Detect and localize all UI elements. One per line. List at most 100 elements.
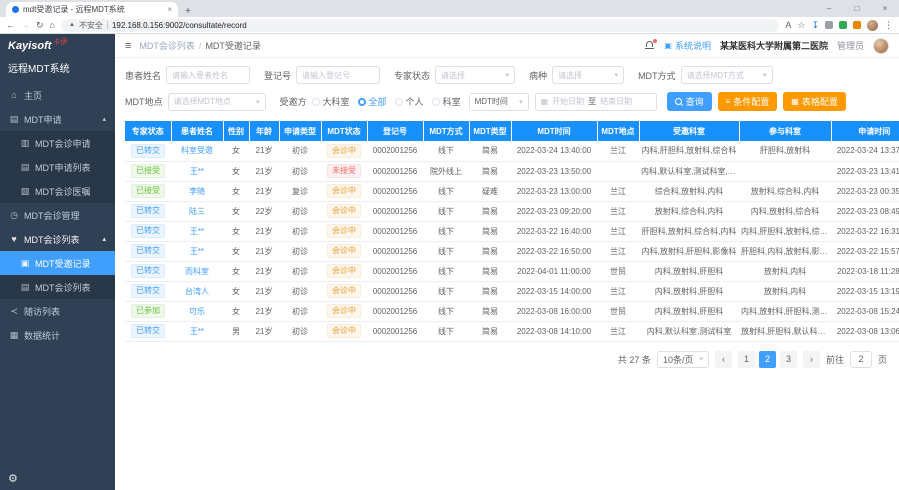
patient-name-link[interactable]: 王** [190,247,204,256]
gender-cell: 女 [223,241,249,261]
page-button-3[interactable]: 3 [780,351,797,368]
browser-tab[interactable]: mdt受邀记录 - 远程MDT系统 × [6,2,178,17]
expert-status-label: 专家状态 [394,69,430,82]
patient-name-link[interactable]: 王** [190,227,204,236]
next-page-button[interactable]: › [803,351,820,368]
refresh-icon[interactable]: ↻ [36,20,44,31]
mdt-status-cell: 未接受 [321,161,367,181]
sidebar-item-label: MDT会诊列表 [35,281,91,294]
apply-time-cell: 2022-03-08 15:24:58 [831,301,899,321]
mdt-way-select[interactable]: 请选择MDT方式 ▾ [681,66,773,84]
user-avatar[interactable] [873,38,889,54]
gender-cell: 女 [223,201,249,221]
sidebar-item-statistics[interactable]: ▦ 数据统计 [0,323,115,347]
sidebar-item-mdt-orders[interactable]: ▨ MDT会诊医嘱 [0,179,115,203]
patient-name-cell: 科室受邀 [171,141,223,161]
address-bar[interactable]: ▲ 不安全 192.168.0.156:9002/consultate/reco… [61,19,779,32]
expert-status-select[interactable]: 请选择 ▾ [435,66,515,84]
mdt-place-cell: 兰江 [597,321,639,341]
sidebar-group-mdt-consult-list[interactable]: ♥ MDT会诊列表 ▴ [0,227,115,251]
radio-big-dept[interactable]: 大科室 [312,95,350,108]
window-close-button[interactable]: × [871,0,899,17]
notification-bell-icon[interactable] [645,41,655,51]
sidebar-item-mdt-consult-apply[interactable]: ▥ MDT会诊申请 [0,131,115,155]
mdt-way-cell: 线下 [423,221,469,241]
patient-name-link[interactable]: 李随 [189,187,205,196]
settings-gear-icon[interactable]: ⚙ [8,472,18,485]
extension-icon[interactable] [839,21,847,29]
reg-no-cell: 0002001256 [367,181,423,201]
disease-select[interactable]: 请选择 ▾ [552,66,624,84]
reg-no-cell: 0002001256 [367,201,423,221]
sidebar-item-home[interactable]: ⌂ 主页 [0,83,115,107]
sidebar-group-mdt-apply[interactable]: ▤ MDT申请 ▴ [0,107,115,131]
patient-name-link[interactable]: 可乐 [189,307,205,316]
tab-close-icon[interactable]: × [167,5,172,14]
home-icon[interactable]: ⌂ [50,20,55,30]
patient-name-link[interactable]: 陆三 [189,207,205,216]
sidebar-item-mdt-invited-records[interactable]: ▣ MDT受邀记录 [0,251,115,275]
bookmark-star-icon[interactable]: ☆ [797,20,805,31]
hamburger-menu-icon[interactable]: ≡ [125,40,131,52]
mdt-time-select[interactable]: MDT时间 ▾ [469,93,529,111]
sidebar-item-mdt-apply-list[interactable]: ▤ MDT申请列表 [0,155,115,179]
mdt-status-tag: 会诊中 [327,244,361,258]
table-row: 已转交王**男21岁初诊会诊中0002001256线下简易2022-03-08 … [125,321,899,341]
sidebar-item-mdt-manage[interactable]: ◷ MDT会诊管理 [0,203,115,227]
prev-page-button[interactable]: ‹ [715,351,732,368]
translate-icon[interactable]: A [785,20,791,30]
date-range-picker[interactable]: ▦ 开始日期 至 结束日期 [535,93,657,111]
system-help-link[interactable]: ▣ 系统说明 [664,39,711,52]
reg-no-label: 登记号 [264,69,291,82]
window-maximize-button[interactable]: □ [843,0,871,17]
forward-icon[interactable]: → [21,20,30,30]
page-button-1[interactable]: 1 [738,351,755,368]
page-button-2[interactable]: 2 [759,351,776,368]
window-controls: – □ × [815,0,899,17]
new-tab-button[interactable]: + [180,6,196,17]
search-button[interactable]: 查询 [667,92,712,111]
patient-name-label: 患者姓名 [125,69,161,82]
radio-personal[interactable]: 个人 [395,95,424,108]
filter-panel: 患者姓名 登记号 专家状态 请选择 ▾ 病种 请选择 ▾ MDT方式 请选择MD… [115,58,899,121]
chevron-down-icon: ▾ [699,355,703,363]
apply-type-cell: 初诊 [279,241,321,261]
radio-all[interactable]: 全部 [358,95,387,108]
apply-time-cell: 2022-03-24 13:37:44 [831,141,899,161]
chevron-up-icon: ▴ [102,235,106,243]
mdt-type-cell: 简易 [469,281,511,301]
back-icon[interactable]: ← [6,20,15,30]
join-depts-cell: 肝胆科,放射科 [739,141,831,161]
mdt-place-select[interactable]: 请选择MDT地点 ▾ [168,93,266,111]
patient-name-link[interactable]: 科室受邀 [181,146,213,155]
chevron-down-icon: ▾ [763,71,767,79]
sidebar-item-followup-list[interactable]: ≺ 随访列表 [0,299,115,323]
condition-config-button[interactable]: ≡ 条件配置 [718,92,778,111]
patient-name-input[interactable] [166,66,250,84]
extension-icon[interactable] [825,21,833,29]
radio-dept[interactable]: 科室 [432,95,461,108]
browser-profile-avatar[interactable] [867,20,878,31]
mdt-status-cell: 会诊中 [321,201,367,221]
download-icon[interactable]: ↧ [811,20,819,31]
goto-page-input[interactable] [850,351,872,368]
gender-cell: 男 [223,321,249,341]
patient-name-link[interactable]: 台湾人 [185,287,209,296]
mdt-status-cell: 会诊中 [321,261,367,281]
browser-toolbar: ← → ↻ ⌂ ▲ 不安全 192.168.0.156:9002/consult… [0,17,899,34]
gender-cell: 女 [223,181,249,201]
expert-status-cell: 已转交 [125,201,171,221]
reg-no-input[interactable] [296,66,380,84]
patient-name-link[interactable]: 王** [190,327,204,336]
patient-name-link[interactable]: 而科室 [185,267,209,276]
window-minimize-button[interactable]: – [815,0,843,17]
table-config-button[interactable]: ▦ 表格配置 [783,92,846,111]
invited-depts-cell: 综合科,放射科,内科 [639,181,739,201]
extension-icon[interactable] [853,21,861,29]
column-header: 申请时间 [831,121,899,141]
page-size-select[interactable]: 10条/页 ▾ [657,351,709,368]
sidebar-item-mdt-consult-list[interactable]: ▤ MDT会诊列表 [0,275,115,299]
patient-name-link[interactable]: 王** [190,167,204,176]
sidebar-item-label: 数据统计 [24,329,60,342]
browser-menu-icon[interactable]: ⋮ [884,20,893,31]
